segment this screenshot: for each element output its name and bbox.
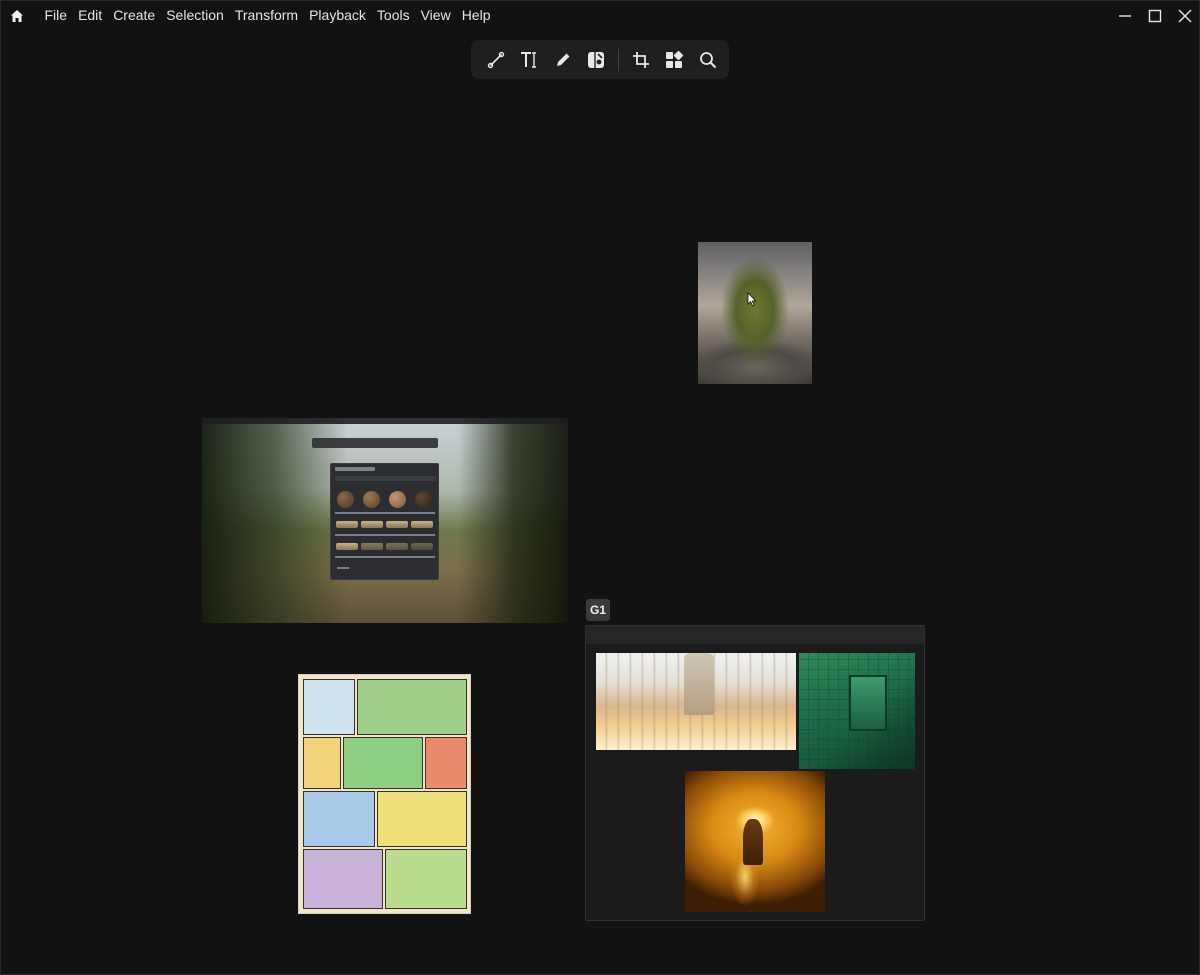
comic-panel: [425, 737, 467, 789]
arrange-tool-button[interactable]: [658, 40, 692, 79]
menu-help[interactable]: Help: [456, 0, 496, 31]
color-picker-icon: [588, 51, 605, 68]
canvas-image-comic-page[interactable]: [298, 674, 471, 914]
menu-bar: File Edit Create Selection Transform Pla…: [0, 0, 1200, 31]
maximize-button[interactable]: [1140, 0, 1170, 31]
comic-panel: [357, 679, 467, 735]
window-controls: [1110, 0, 1200, 31]
close-button[interactable]: [1170, 0, 1200, 31]
close-icon: [1178, 9, 1192, 22]
comic-panel: [303, 737, 341, 789]
ship-silhouette: [743, 819, 763, 865]
toolbar-separator: [618, 48, 619, 71]
material-plank: [336, 521, 358, 528]
mouse-cursor-icon: [747, 292, 757, 307]
dialog-text-line: [335, 556, 435, 558]
canvas-image-statues[interactable]: [596, 653, 796, 750]
green-room-doorway: [849, 675, 887, 731]
search-tool-button[interactable]: [691, 40, 725, 79]
comic-panel: [303, 679, 355, 735]
dialog-search-strip: [335, 476, 436, 481]
forest-image-topbar: [202, 418, 568, 424]
minimize-button[interactable]: [1110, 0, 1140, 31]
home-button[interactable]: [0, 0, 34, 31]
material-plank: [411, 543, 433, 550]
pencil-icon: [556, 53, 570, 66]
maximize-icon: [1148, 9, 1162, 22]
material-ball: [363, 491, 380, 508]
comic-panel: [303, 791, 375, 847]
grid-icon: [666, 50, 684, 68]
menu-items: File Edit Create Selection Transform Pla…: [39, 0, 496, 31]
material-plank: [411, 521, 433, 528]
material-plank: [386, 521, 408, 528]
material-ball: [337, 491, 354, 508]
menu-edit[interactable]: Edit: [73, 0, 108, 31]
text-tool-button[interactable]: [513, 40, 547, 79]
statue-figure: [684, 653, 714, 715]
forest-image-content-dialog: [330, 463, 439, 580]
comic-panel: [385, 849, 467, 909]
menu-view[interactable]: View: [415, 0, 456, 31]
forest-image-toolbar: [312, 438, 438, 448]
text-icon: [521, 51, 537, 68]
minimize-icon: [1119, 14, 1131, 17]
menu-transform[interactable]: Transform: [229, 0, 303, 31]
menu-selection[interactable]: Selection: [161, 0, 230, 31]
dialog-title-strip: [335, 467, 375, 471]
group-label[interactable]: G1: [586, 599, 610, 621]
gold-trail: [730, 861, 760, 912]
menu-create[interactable]: Create: [108, 0, 161, 31]
comic-panel: [303, 849, 383, 909]
material-ball: [389, 491, 406, 508]
crop-icon: [632, 51, 649, 68]
canvas-image-golden-ship[interactable]: [685, 771, 825, 912]
material-plank: [336, 543, 358, 550]
comic-panel: [377, 791, 467, 847]
canvas-image-forest-screenshot[interactable]: [202, 418, 568, 623]
crop-tool-button[interactable]: [624, 40, 658, 79]
material-plank: [361, 543, 383, 550]
line-tool-button[interactable]: [479, 40, 513, 79]
dialog-text-line: [335, 512, 435, 514]
home-icon: [11, 9, 23, 22]
line-icon: [487, 51, 504, 68]
menu-tools[interactable]: Tools: [371, 0, 415, 31]
canvas-image-green-room[interactable]: [799, 653, 915, 769]
dialog-text-line: [337, 567, 349, 569]
material-plank: [361, 521, 383, 528]
material-plank: [386, 543, 408, 550]
search-icon: [699, 51, 716, 68]
comic-panel: [343, 737, 423, 789]
pen-tool-button[interactable]: [546, 40, 580, 79]
material-ball: [415, 491, 432, 508]
color-tool-button[interactable]: [580, 40, 614, 79]
canvas-toolbar: [471, 40, 729, 79]
group-header-bar[interactable]: [586, 626, 924, 644]
canvas-image-moss-creature[interactable]: [698, 242, 812, 384]
dialog-text-line: [335, 534, 435, 536]
menu-file[interactable]: File: [39, 0, 73, 31]
menu-playback[interactable]: Playback: [304, 0, 372, 31]
